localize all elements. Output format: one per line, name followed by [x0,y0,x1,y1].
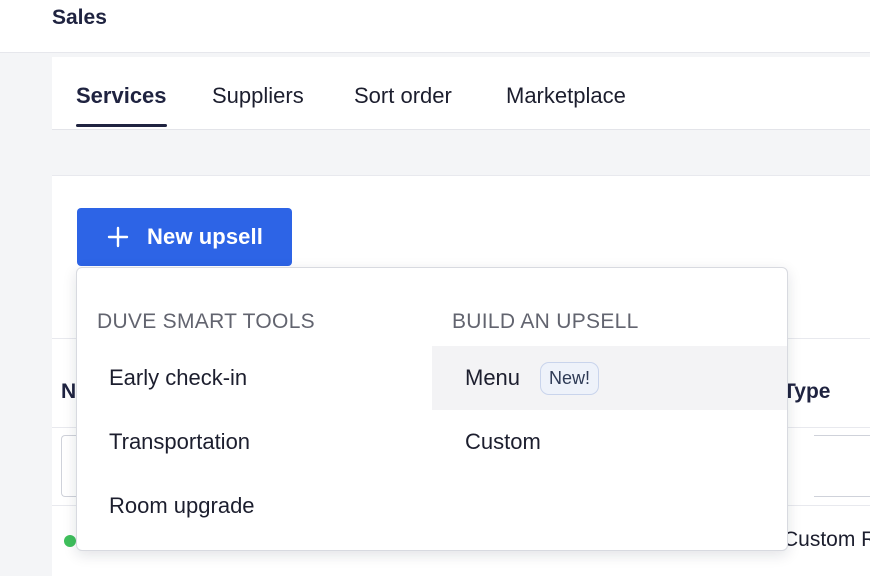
menu-item-early-check-in[interactable]: Early check-in [109,365,247,391]
new-badge: New! [540,362,600,395]
table-row-type: Custom R [783,528,870,551]
type-filter-input[interactable] [814,435,870,497]
menu-item-room-upgrade[interactable]: Room upgrade [109,493,255,519]
status-active-dot [64,535,76,547]
column-header-type[interactable]: Type [783,380,830,404]
new-upsell-label: New upsell [147,224,263,249]
plus-icon [107,226,129,248]
new-upsell-button[interactable]: New upsell [77,208,292,266]
smart-tools-heading: DUVE SMART TOOLS [97,310,315,333]
top-bar: Sales [0,0,870,53]
menu-item-transportation[interactable]: Transportation [109,429,250,455]
tab-suppliers[interactable]: Suppliers [212,83,304,109]
tab-marketplace[interactable]: Marketplace [506,83,626,109]
column-header-name[interactable]: N [61,380,76,404]
tab-services[interactable]: Services [76,83,167,109]
tab-bar: Services Suppliers Sort order Marketplac… [52,57,870,130]
active-tab-indicator [76,124,167,127]
menu-item-custom[interactable]: Custom [465,429,541,455]
menu-item-menu[interactable]: Menu [465,365,520,391]
build-upsell-heading: BUILD AN UPSELL [452,310,639,333]
page-title: Sales [52,6,107,29]
tab-sort-order[interactable]: Sort order [354,83,452,109]
new-upsell-menu: DUVE SMART TOOLS BUILD AN UPSELL Early c… [76,267,788,551]
